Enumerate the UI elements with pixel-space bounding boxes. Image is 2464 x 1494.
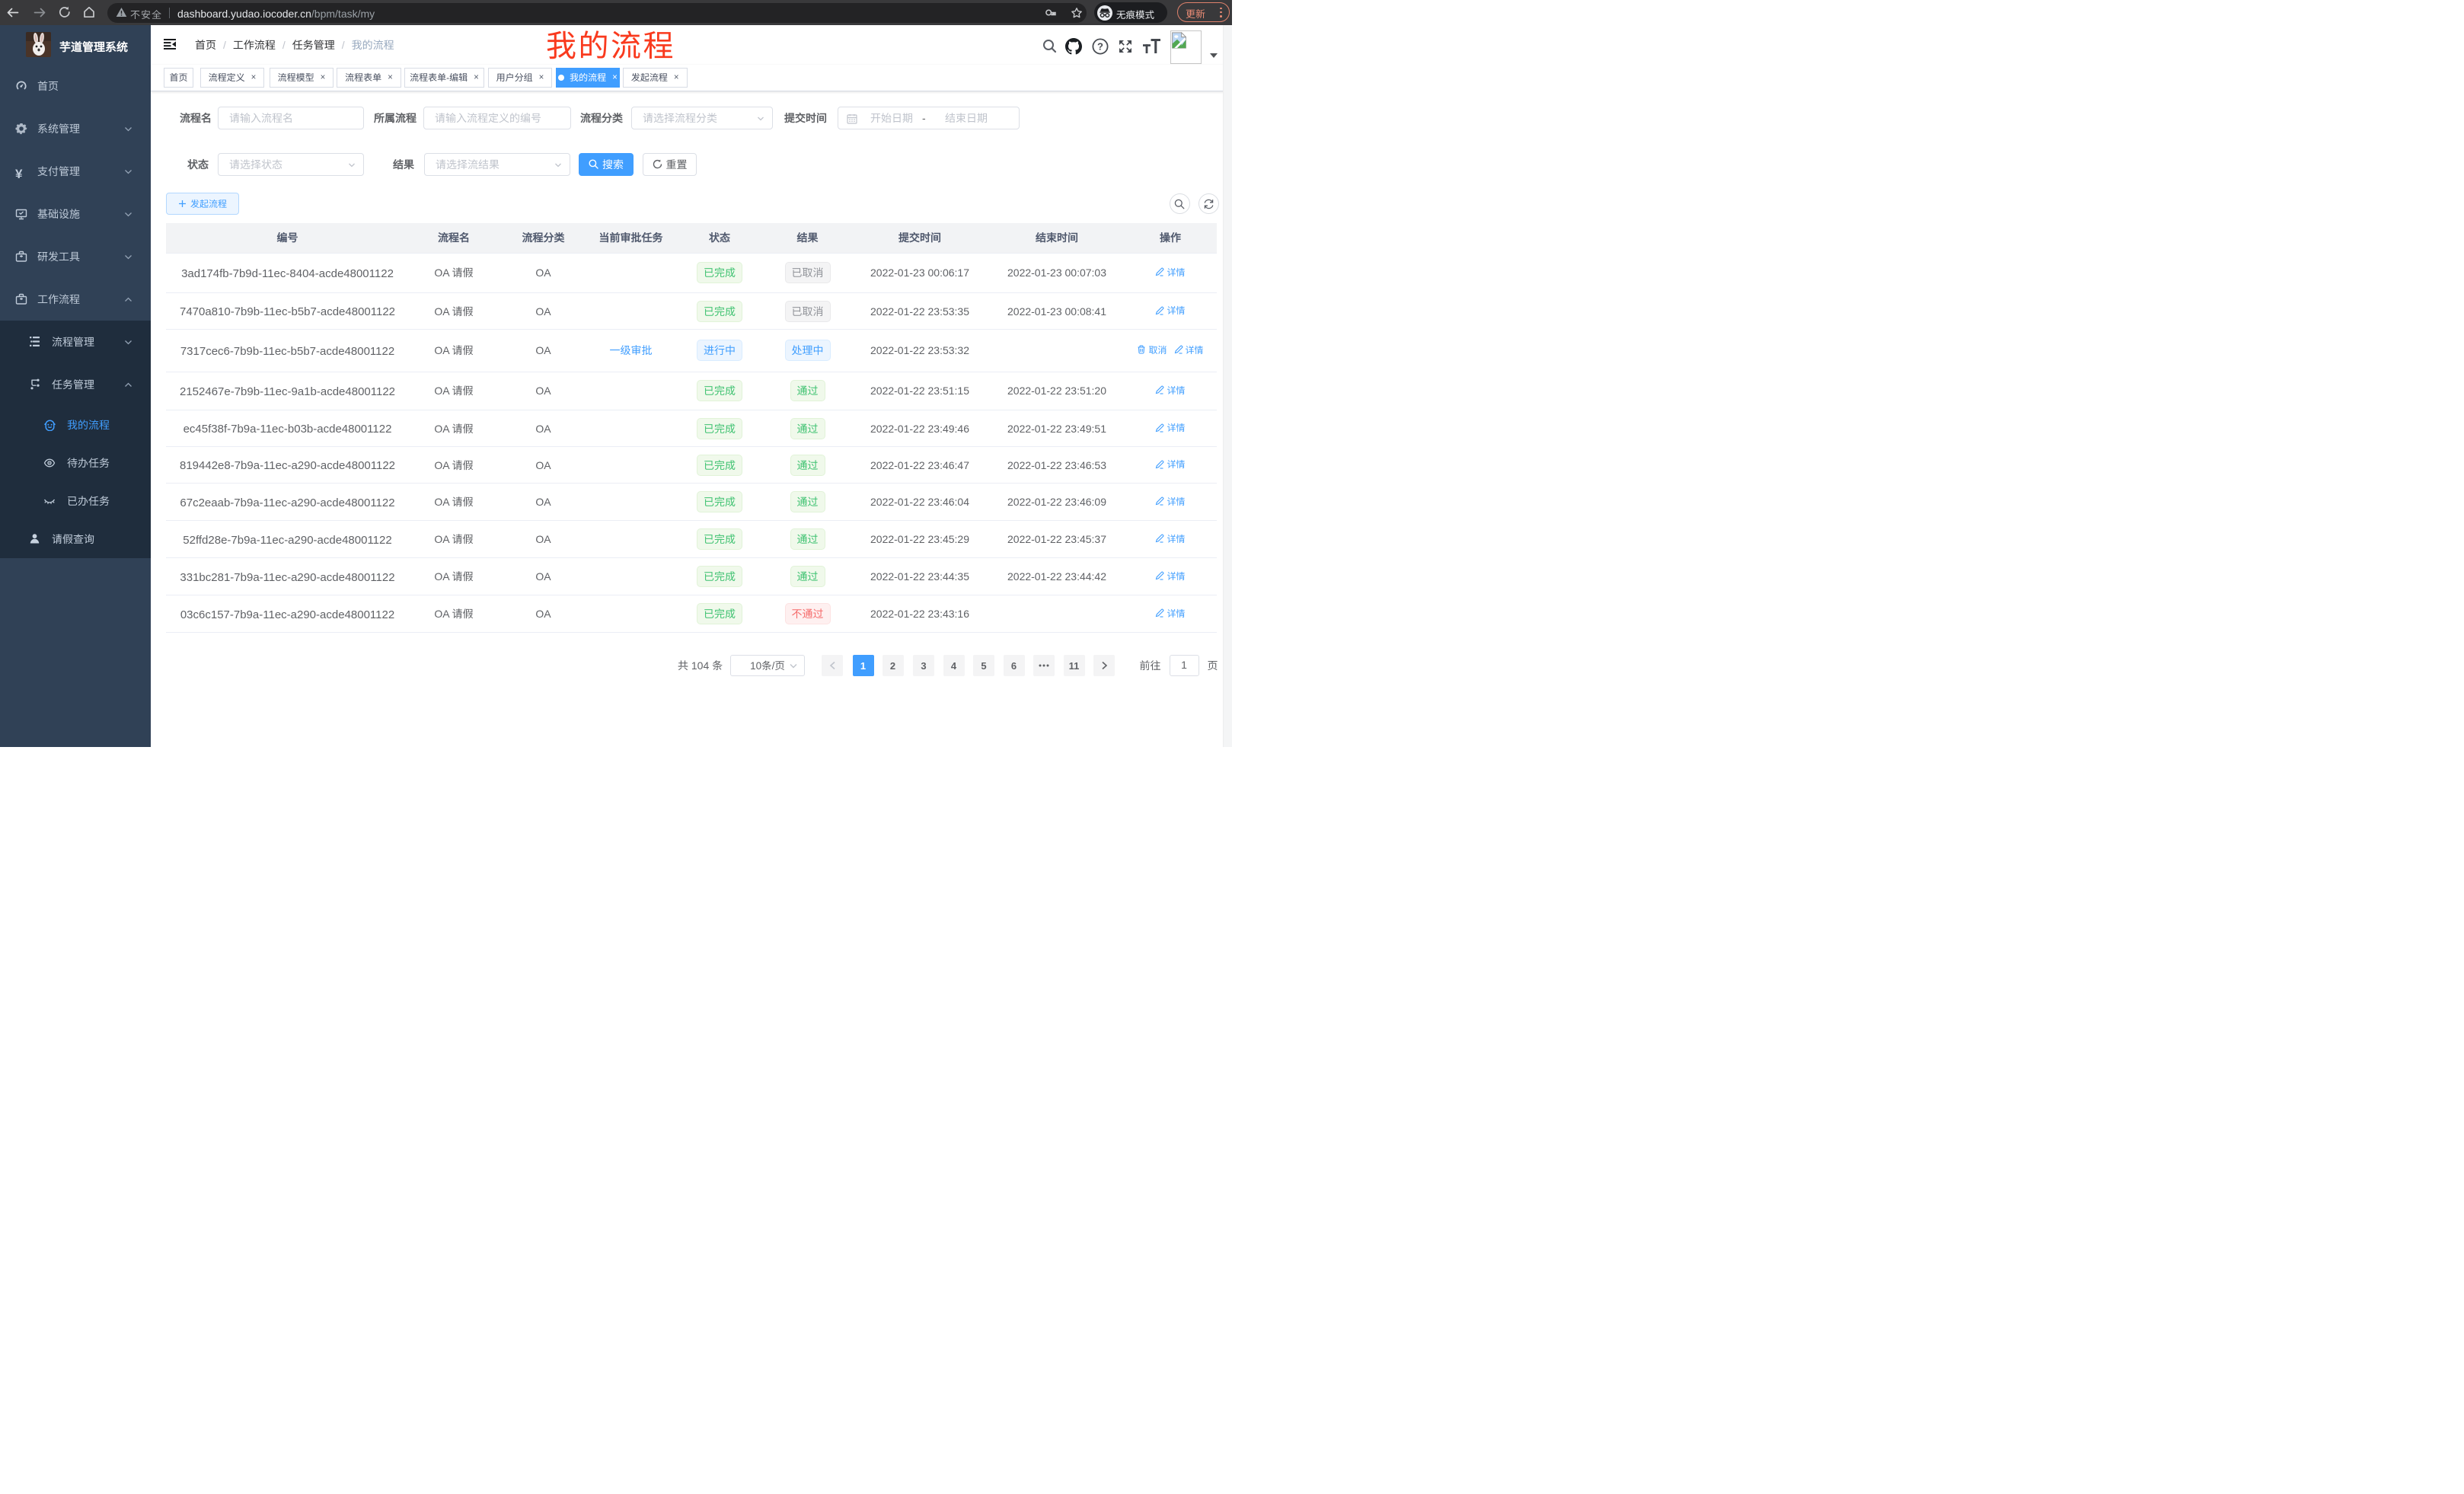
svg-text:?: ? — [1097, 41, 1103, 53]
